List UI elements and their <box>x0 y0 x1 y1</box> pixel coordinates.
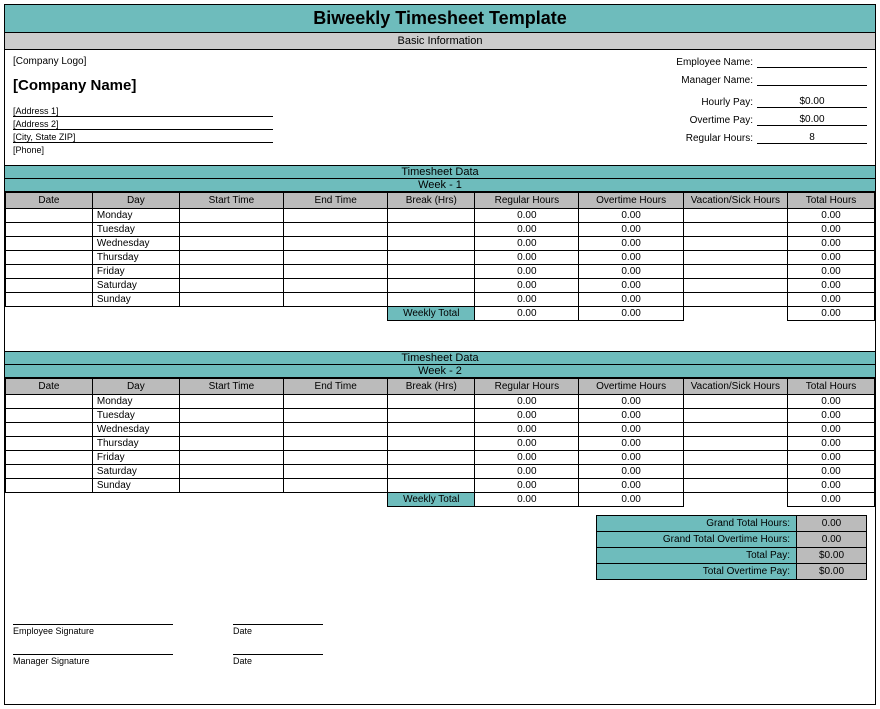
table-header-row: Date Day Start Time End Time Break (Hrs)… <box>6 193 875 209</box>
col-vac: Vacation/Sick Hours <box>683 193 787 209</box>
col-total: Total Hours <box>788 379 875 395</box>
address-1[interactable]: [Address 1] <box>13 104 273 117</box>
table-row[interactable]: Tuesday0.000.000.00 <box>6 409 875 423</box>
col-reg: Regular Hours <box>475 379 579 395</box>
manager-signature-line[interactable]: Manager Signature <box>13 654 173 666</box>
col-ot: Overtime Hours <box>579 379 683 395</box>
col-start: Start Time <box>179 193 283 209</box>
weekly-total-row: Weekly Total0.000.000.00 <box>6 307 875 321</box>
week-1-table: Date Day Start Time End Time Break (Hrs)… <box>5 192 875 321</box>
col-date: Date <box>6 379 93 395</box>
page-title: Biweekly Timesheet Template <box>5 5 875 33</box>
phone[interactable]: [Phone] <box>13 143 273 155</box>
total-ot-pay-value: $0.00 <box>797 564 867 580</box>
grand-total-hours-value: 0.00 <box>797 516 867 532</box>
table-row[interactable]: Friday0.000.000.00 <box>6 265 875 279</box>
employee-signature-line[interactable]: Employee Signature <box>13 624 173 636</box>
city-state-zip[interactable]: [City, State ZIP] <box>13 130 273 143</box>
timesheet-data-header-1: Timesheet Data <box>5 165 875 179</box>
hourly-pay-label: Hourly Pay: <box>701 97 753 108</box>
employee-name-input[interactable] <box>757 56 867 68</box>
total-ot-pay-label: Total Overtime Pay: <box>597 564 797 580</box>
total-pay-value: $0.00 <box>797 548 867 564</box>
col-end: End Time <box>284 379 388 395</box>
table-header-row: Date Day Start Time End Time Break (Hrs)… <box>6 379 875 395</box>
table-row[interactable]: Thursday0.000.000.00 <box>6 251 875 265</box>
employee-name-label: Employee Name: <box>676 57 753 68</box>
grand-total-ot-hours-value: 0.00 <box>797 532 867 548</box>
table-row[interactable]: Friday0.000.000.00 <box>6 451 875 465</box>
col-ot: Overtime Hours <box>579 193 683 209</box>
overtime-pay-label: Overtime Pay: <box>690 115 753 126</box>
week-2-header: Week - 2 <box>5 365 875 378</box>
regular-hours-input[interactable]: 8 <box>757 132 867 144</box>
manager-date-line[interactable]: Date <box>233 654 323 666</box>
grand-totals: Grand Total Hours:0.00 Grand Total Overt… <box>596 515 867 580</box>
col-reg: Regular Hours <box>475 193 579 209</box>
table-row[interactable]: Thursday0.000.000.00 <box>6 437 875 451</box>
manager-name-label: Manager Name: <box>681 75 753 86</box>
table-row[interactable]: Saturday0.000.000.00 <box>6 279 875 293</box>
col-end: End Time <box>284 193 388 209</box>
total-pay-label: Total Pay: <box>597 548 797 564</box>
col-start: Start Time <box>179 379 283 395</box>
grand-total-hours-label: Grand Total Hours: <box>597 516 797 532</box>
timesheet-data-header-2: Timesheet Data <box>5 351 875 365</box>
regular-hours-label: Regular Hours: <box>686 133 753 144</box>
address-2[interactable]: [Address 2] <box>13 117 273 130</box>
overtime-pay-input[interactable]: $0.00 <box>757 114 867 126</box>
grand-total-ot-hours-label: Grand Total Overtime Hours: <box>597 532 797 548</box>
employee-date-line[interactable]: Date <box>233 624 323 636</box>
col-break: Break (Hrs) <box>388 379 475 395</box>
col-vac: Vacation/Sick Hours <box>683 379 787 395</box>
col-day: Day <box>92 379 179 395</box>
col-break: Break (Hrs) <box>388 193 475 209</box>
hourly-pay-input[interactable]: $0.00 <box>757 96 867 108</box>
weekly-total-row: Weekly Total0.000.000.00 <box>6 493 875 507</box>
week-1-header: Week - 1 <box>5 179 875 192</box>
col-day: Day <box>92 193 179 209</box>
company-logo-placeholder: [Company Logo] <box>13 56 423 67</box>
table-row[interactable]: Monday0.000.000.00 <box>6 395 875 409</box>
col-total: Total Hours <box>788 193 875 209</box>
company-name: [Company Name] <box>13 77 423 94</box>
table-row[interactable]: Sunday0.000.000.00 <box>6 479 875 493</box>
table-row[interactable]: Sunday0.000.000.00 <box>6 293 875 307</box>
table-row[interactable]: Saturday0.000.000.00 <box>6 465 875 479</box>
manager-name-input[interactable] <box>757 74 867 86</box>
table-row[interactable]: Wednesday0.000.000.00 <box>6 423 875 437</box>
week-2-table: Date Day Start Time End Time Break (Hrs)… <box>5 378 875 507</box>
basic-info-header: Basic Information <box>5 33 875 50</box>
table-row[interactable]: Tuesday0.000.000.00 <box>6 223 875 237</box>
table-row[interactable]: Monday0.000.000.00 <box>6 209 875 223</box>
table-row[interactable]: Wednesday0.000.000.00 <box>6 237 875 251</box>
col-date: Date <box>6 193 93 209</box>
